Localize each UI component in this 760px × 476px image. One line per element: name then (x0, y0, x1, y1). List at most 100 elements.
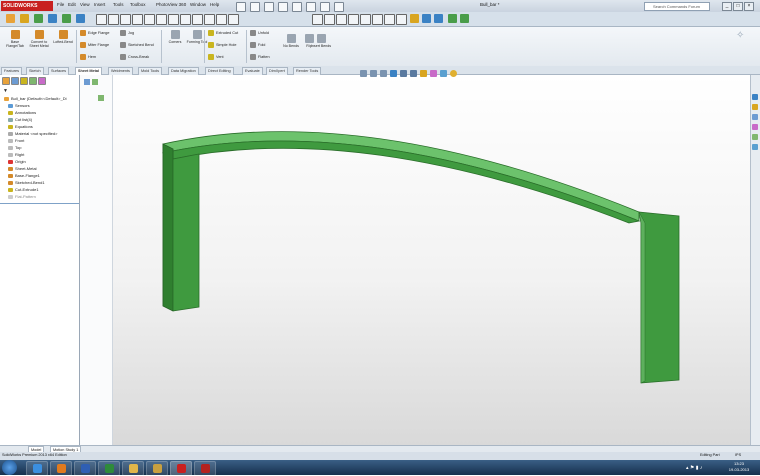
loft-icon[interactable] (76, 14, 85, 23)
arc-icon[interactable] (132, 14, 143, 25)
linear-pattern-icon[interactable] (360, 14, 371, 25)
repair-sketch-icon[interactable] (396, 14, 407, 25)
flatten-button[interactable]: Flatten (250, 53, 270, 62)
menu-help[interactable]: Help (210, 2, 219, 7)
design-library-icon[interactable] (752, 104, 758, 110)
smart-dimension-icon[interactable] (20, 14, 29, 23)
sketch-icon[interactable] (6, 14, 15, 23)
mirror-entities-icon[interactable] (348, 14, 359, 25)
select-icon[interactable] (306, 2, 316, 12)
circle-icon[interactable] (120, 14, 131, 25)
tab-weldments[interactable]: Weldments (108, 67, 133, 75)
view-orientation-icon[interactable] (84, 79, 90, 85)
taskbar-excel[interactable] (98, 461, 120, 476)
sketch-picture-icon[interactable] (460, 14, 469, 23)
trim-icon[interactable] (312, 14, 323, 25)
menu-view[interactable]: View (80, 2, 90, 7)
instant2d-icon[interactable] (434, 14, 443, 23)
appearances-icon[interactable] (752, 134, 758, 140)
display-relations-icon[interactable] (384, 14, 395, 25)
tab-mold-tools[interactable]: Mold Tools (138, 67, 163, 75)
tree-item-cut-list[interactable]: Cut list(4) (8, 117, 32, 122)
save-icon[interactable] (264, 2, 274, 12)
menu-file[interactable]: File (57, 2, 64, 7)
fold-button[interactable]: Fold (250, 41, 265, 50)
tree-item-cut-extrude[interactable]: Cut-Extrude1 (8, 187, 39, 192)
property-manager-icon[interactable] (11, 77, 19, 85)
fillet-sketch-icon[interactable] (168, 14, 179, 25)
units-label[interactable]: IPS (735, 453, 741, 457)
corners-button[interactable]: Corners (164, 30, 186, 44)
quick-snaps-icon[interactable] (410, 14, 419, 23)
taskbar-app[interactable] (146, 461, 168, 476)
edge-flange-button[interactable]: Edge Flange (80, 29, 110, 38)
convert-to-sheet-metal-button[interactable]: Convert to Sheet Metal (28, 30, 50, 48)
vent-button[interactable]: Vent (208, 53, 224, 62)
tab-render-tools[interactable]: Render Tools (293, 67, 322, 75)
move-entities-icon[interactable] (372, 14, 383, 25)
system-tray-icons[interactable]: ▴ ⚑ ▮ ♪ (686, 465, 702, 471)
sketched-bend-button[interactable]: Sketched Bend (120, 41, 154, 50)
taskbar-pdf[interactable] (194, 461, 216, 476)
clock[interactable]: 13:23 19-03-2013 (722, 461, 756, 473)
tree-item-right-plane[interactable]: Right (8, 152, 24, 157)
menu-toolbox[interactable]: Toolbox (130, 2, 146, 7)
lofted-bend-button[interactable]: Lofted-Bend (52, 30, 74, 44)
convert-entities-icon[interactable] (324, 14, 335, 25)
search-input[interactable]: Search Commands Forum (644, 2, 710, 11)
tree-item-sketched-bend[interactable]: Sketched-Bend1 (8, 180, 45, 185)
minimize-button[interactable]: _ (722, 2, 732, 11)
menu-tools[interactable]: Tools (113, 2, 124, 7)
display-style-icon[interactable] (92, 79, 98, 85)
offset-entities-icon[interactable] (336, 14, 347, 25)
tree-item-sensors[interactable]: Sensors (8, 103, 30, 108)
tab-sketch[interactable]: Sketch (26, 67, 44, 75)
file-explorer-icon[interactable] (752, 114, 758, 120)
unfold-button[interactable]: Unfold (250, 29, 269, 38)
display-manager-icon[interactable] (38, 77, 46, 85)
taskbar-explorer[interactable] (122, 461, 144, 476)
hem-button[interactable]: Hem (80, 53, 96, 62)
sweep-icon[interactable] (62, 14, 71, 23)
new-doc-icon[interactable] (236, 2, 246, 12)
taskbar-solidworks[interactable] (170, 461, 192, 476)
spline-icon[interactable] (144, 14, 155, 25)
simple-hole-button[interactable]: Simple Hole (208, 41, 236, 50)
menu-insert[interactable]: Insert (94, 2, 105, 7)
menu-edit[interactable]: Edit (68, 2, 76, 7)
ellipse-icon[interactable] (156, 14, 167, 25)
tab-evaluate[interactable]: Evaluate (242, 67, 263, 75)
tab-surfaces[interactable]: Surfaces (48, 67, 69, 75)
restore-button[interactable]: □ (733, 2, 743, 11)
line-icon[interactable] (96, 14, 107, 25)
taskbar-firefox[interactable] (50, 461, 72, 476)
open-folder-icon[interactable] (250, 2, 260, 12)
tree-item-top-plane[interactable]: Top (8, 145, 21, 150)
tab-sheet-metal[interactable]: Sheet Metal (75, 67, 103, 75)
undo-icon[interactable] (292, 2, 302, 12)
taskbar-ie[interactable] (26, 461, 48, 476)
start-button[interactable] (2, 460, 17, 475)
filter-icon[interactable]: ▼ (3, 88, 8, 94)
tab-data-migration[interactable]: Data Migration (168, 67, 199, 75)
insert-bends-button[interactable]: Insert Bends (310, 34, 332, 48)
tree-item-flat-pattern[interactable]: Flat-Pattern (8, 194, 36, 199)
print-icon[interactable] (278, 2, 288, 12)
dimxpert-icon[interactable] (29, 77, 37, 85)
tab-dimxpert[interactable]: DimXpert (266, 67, 288, 75)
configuration-icon[interactable] (20, 77, 28, 85)
extrude-icon[interactable] (34, 14, 43, 23)
base-flange-button[interactable]: Base Flange/Tab (4, 30, 26, 48)
point-icon[interactable] (204, 14, 215, 25)
plane-icon[interactable] (228, 14, 239, 25)
tree-item-origin[interactable]: Origin (8, 159, 26, 164)
tree-root[interactable]: Bull_bar (Default<<Default>_Di (4, 96, 66, 101)
tree-item-sheet-metal[interactable]: Sheet-Metal (8, 166, 37, 171)
tree-item-equations[interactable]: Equations (8, 124, 33, 129)
options-icon[interactable] (334, 2, 344, 12)
tree-item-front-plane[interactable]: Front (8, 138, 24, 143)
taskbar-word[interactable] (74, 461, 96, 476)
rebuild-icon[interactable] (320, 2, 330, 12)
cross-break-button[interactable]: Cross-Break (120, 53, 149, 62)
bull-bar-model[interactable] (113, 75, 750, 445)
